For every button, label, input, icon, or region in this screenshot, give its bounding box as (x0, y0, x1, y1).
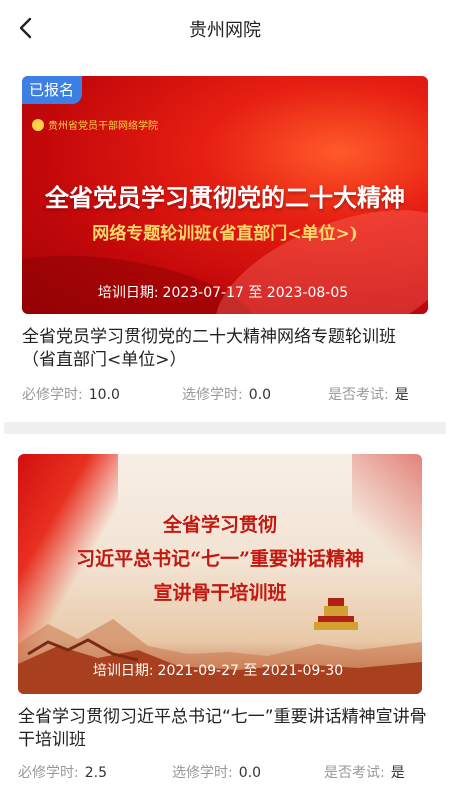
elective-hours: 选修学时: 0.0 (182, 387, 271, 403)
banner-org: 贵州省党员干部网络学院 (32, 117, 158, 132)
banner-title-line: 宣讲骨干培训班 (153, 582, 287, 604)
course-card[interactable]: 全省学习贯彻 习近平总书记“七一”重要讲话精神 宣讲骨干培训班 培训日期: 202… (0, 434, 450, 800)
training-date: 培训日期: 2023-07-17 至 2023-08-05 (97, 285, 349, 301)
party-emblem-icon (32, 118, 44, 131)
banner-title-line: 全省学习贯彻 (162, 514, 277, 536)
course-banner[interactable]: 全省学习贯彻 习近平总书记“七一”重要讲话精神 宣讲骨干培训班 培训日期: 202… (18, 454, 422, 694)
exam-required: 是否考试: 是 (328, 387, 409, 403)
page-title: 贵州网院 (189, 20, 261, 41)
required-hours: 必修学时: 10.0 (22, 387, 120, 403)
course-title[interactable]: 全省党员学习贯彻党的二十大精神网络专题轮训班（省直部门<单位>） (22, 326, 426, 372)
enrolled-badge: 已报名 (22, 76, 83, 104)
training-date: 培训日期: 2021-09-27 至 2021-09-30 (92, 663, 344, 679)
banner-title-line: 习近平总书记“七一”重要讲话精神 (76, 548, 364, 570)
elective-hours: 选修学时: 0.0 (172, 765, 261, 781)
banner-subtitle: 网络专题轮训班(省直部门<单位>) (92, 224, 358, 244)
course-banner[interactable]: 已报名 贵州省党员干部网络学院 全省党员学习贯彻党的二十大精神 网络专题轮训班(… (22, 76, 428, 314)
card-divider (4, 422, 446, 434)
banner-title: 全省党员学习贯彻党的二十大精神 (45, 184, 405, 212)
exam-required: 是否考试: 是 (324, 765, 405, 781)
course-card[interactable]: 已报名 贵州省党员干部网络学院 全省党员学习贯彻党的二十大精神 网络专题轮训班(… (0, 56, 450, 422)
course-title[interactable]: 全省学习贯彻习近平总书记“七一”重要讲话精神宣讲骨干培训班 (18, 706, 428, 752)
required-hours: 必修学时: 2.5 (18, 765, 107, 781)
top-bar: 贵州网院 (0, 0, 450, 57)
